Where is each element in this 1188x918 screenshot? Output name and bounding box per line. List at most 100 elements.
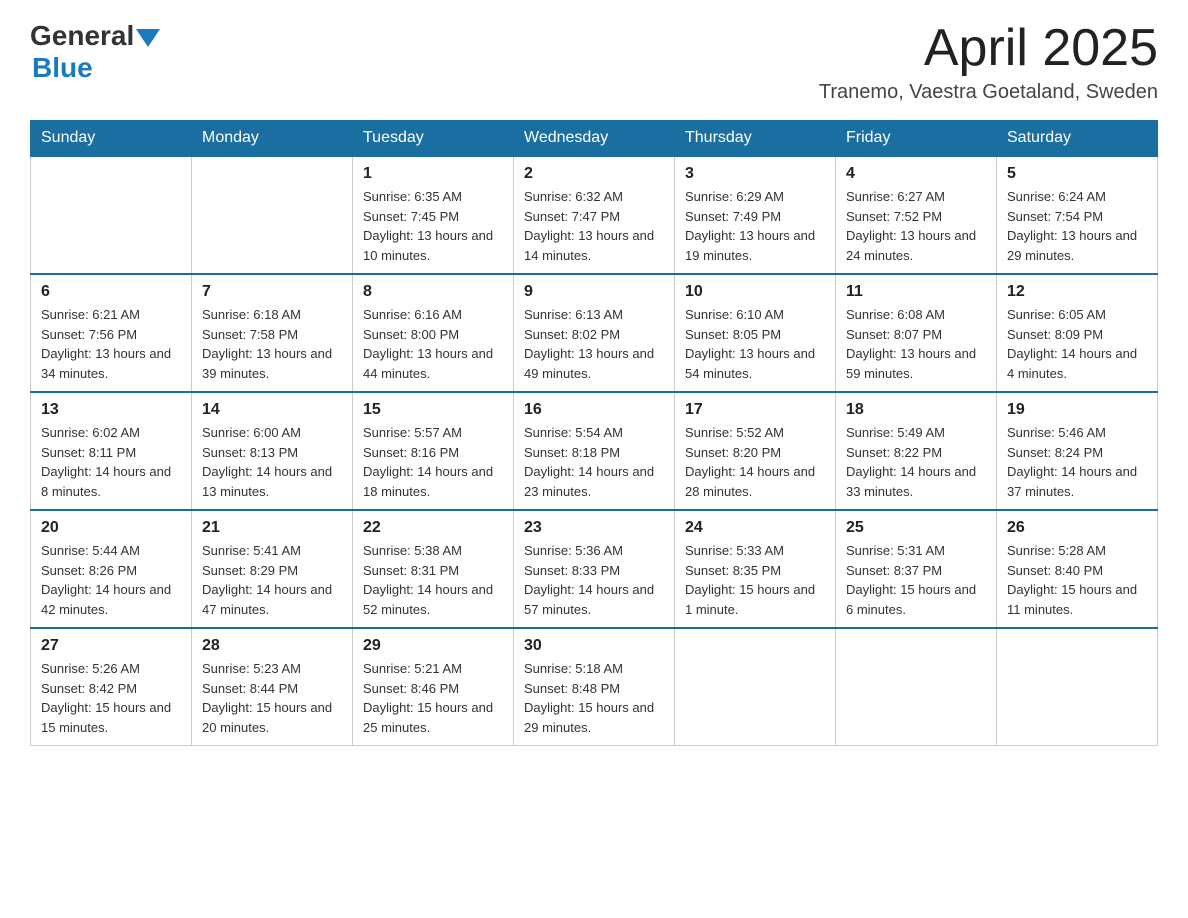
day-sunset: Sunset: 7:52 PM [846, 209, 942, 224]
day-sunrise: Sunrise: 6:02 AM [41, 425, 140, 440]
day-sunrise: Sunrise: 6:16 AM [363, 307, 462, 322]
day-sunrise: Sunrise: 5:38 AM [363, 543, 462, 558]
day-sunset: Sunset: 7:45 PM [363, 209, 459, 224]
day-sunrise: Sunrise: 5:41 AM [202, 543, 301, 558]
day-sunset: Sunset: 8:42 PM [41, 681, 137, 696]
day-sunrise: Sunrise: 5:18 AM [524, 661, 623, 676]
week-row-4: 20 Sunrise: 5:44 AM Sunset: 8:26 PM Dayl… [31, 510, 1158, 628]
calendar-cell-w1-d7: 5 Sunrise: 6:24 AM Sunset: 7:54 PM Dayli… [997, 156, 1158, 274]
day-number: 9 [524, 283, 664, 301]
day-number: 25 [846, 519, 986, 537]
day-sunrise: Sunrise: 6:21 AM [41, 307, 140, 322]
day-number: 3 [685, 165, 825, 183]
calendar-cell-w5-d1: 27 Sunrise: 5:26 AM Sunset: 8:42 PM Dayl… [31, 628, 192, 746]
day-number: 28 [202, 637, 342, 655]
day-daylight: Daylight: 14 hours and 4 minutes. [1007, 346, 1137, 381]
day-sunset: Sunset: 8:37 PM [846, 563, 942, 578]
day-number: 12 [1007, 283, 1147, 301]
day-daylight: Daylight: 14 hours and 33 minutes. [846, 464, 976, 499]
day-sunset: Sunset: 8:40 PM [1007, 563, 1103, 578]
day-sunrise: Sunrise: 5:52 AM [685, 425, 784, 440]
page-header: General Blue April 2025 Tranemo, Vaestra… [30, 20, 1158, 104]
day-number: 30 [524, 637, 664, 655]
day-number: 22 [363, 519, 503, 537]
calendar-cell-w3-d3: 15 Sunrise: 5:57 AM Sunset: 8:16 PM Dayl… [353, 392, 514, 510]
calendar-cell-w5-d4: 30 Sunrise: 5:18 AM Sunset: 8:48 PM Dayl… [514, 628, 675, 746]
day-daylight: Daylight: 13 hours and 29 minutes. [1007, 228, 1137, 263]
day-sunrise: Sunrise: 5:21 AM [363, 661, 462, 676]
day-number: 1 [363, 165, 503, 183]
day-sunrise: Sunrise: 5:33 AM [685, 543, 784, 558]
day-number: 10 [685, 283, 825, 301]
day-sunrise: Sunrise: 5:28 AM [1007, 543, 1106, 558]
day-number: 24 [685, 519, 825, 537]
day-sunset: Sunset: 8:18 PM [524, 445, 620, 460]
logo-arrow-icon [136, 29, 160, 47]
logo: General Blue [30, 20, 160, 84]
day-sunset: Sunset: 8:33 PM [524, 563, 620, 578]
calendar-cell-w4-d4: 23 Sunrise: 5:36 AM Sunset: 8:33 PM Dayl… [514, 510, 675, 628]
day-sunset: Sunset: 8:46 PM [363, 681, 459, 696]
day-daylight: Daylight: 15 hours and 15 minutes. [41, 700, 171, 735]
day-sunset: Sunset: 8:35 PM [685, 563, 781, 578]
calendar-cell-w5-d6 [836, 628, 997, 746]
col-thursday: Thursday [675, 121, 836, 157]
month-title: April 2025 [819, 20, 1158, 77]
day-sunrise: Sunrise: 5:44 AM [41, 543, 140, 558]
calendar-cell-w4-d7: 26 Sunrise: 5:28 AM Sunset: 8:40 PM Dayl… [997, 510, 1158, 628]
calendar-cell-w1-d3: 1 Sunrise: 6:35 AM Sunset: 7:45 PM Dayli… [353, 156, 514, 274]
day-daylight: Daylight: 14 hours and 42 minutes. [41, 582, 171, 617]
day-sunrise: Sunrise: 6:08 AM [846, 307, 945, 322]
col-friday: Friday [836, 121, 997, 157]
day-sunset: Sunset: 8:16 PM [363, 445, 459, 460]
day-daylight: Daylight: 15 hours and 25 minutes. [363, 700, 493, 735]
day-sunset: Sunset: 8:07 PM [846, 327, 942, 342]
calendar-cell-w4-d6: 25 Sunrise: 5:31 AM Sunset: 8:37 PM Dayl… [836, 510, 997, 628]
day-number: 13 [41, 401, 181, 419]
location-subtitle: Tranemo, Vaestra Goetaland, Sweden [819, 81, 1158, 104]
day-sunset: Sunset: 7:47 PM [524, 209, 620, 224]
col-saturday: Saturday [997, 121, 1158, 157]
day-sunset: Sunset: 8:48 PM [524, 681, 620, 696]
day-sunrise: Sunrise: 5:46 AM [1007, 425, 1106, 440]
calendar-cell-w5-d2: 28 Sunrise: 5:23 AM Sunset: 8:44 PM Dayl… [192, 628, 353, 746]
day-sunrise: Sunrise: 5:57 AM [363, 425, 462, 440]
day-sunrise: Sunrise: 6:05 AM [1007, 307, 1106, 322]
day-sunrise: Sunrise: 6:32 AM [524, 189, 623, 204]
calendar-cell-w3-d2: 14 Sunrise: 6:00 AM Sunset: 8:13 PM Dayl… [192, 392, 353, 510]
day-sunset: Sunset: 8:44 PM [202, 681, 298, 696]
day-sunset: Sunset: 7:49 PM [685, 209, 781, 224]
day-daylight: Daylight: 13 hours and 54 minutes. [685, 346, 815, 381]
day-number: 21 [202, 519, 342, 537]
week-row-1: 1 Sunrise: 6:35 AM Sunset: 7:45 PM Dayli… [31, 156, 1158, 274]
day-sunset: Sunset: 7:54 PM [1007, 209, 1103, 224]
week-row-3: 13 Sunrise: 6:02 AM Sunset: 8:11 PM Dayl… [31, 392, 1158, 510]
day-number: 29 [363, 637, 503, 655]
day-sunset: Sunset: 8:02 PM [524, 327, 620, 342]
day-number: 8 [363, 283, 503, 301]
day-sunset: Sunset: 8:24 PM [1007, 445, 1103, 460]
day-sunrise: Sunrise: 6:27 AM [846, 189, 945, 204]
day-daylight: Daylight: 15 hours and 11 minutes. [1007, 582, 1137, 617]
day-daylight: Daylight: 14 hours and 18 minutes. [363, 464, 493, 499]
day-sunrise: Sunrise: 6:24 AM [1007, 189, 1106, 204]
day-daylight: Daylight: 14 hours and 52 minutes. [363, 582, 493, 617]
calendar-cell-w4-d3: 22 Sunrise: 5:38 AM Sunset: 8:31 PM Dayl… [353, 510, 514, 628]
day-sunrise: Sunrise: 5:36 AM [524, 543, 623, 558]
day-number: 11 [846, 283, 986, 301]
day-sunset: Sunset: 7:56 PM [41, 327, 137, 342]
day-sunset: Sunset: 8:13 PM [202, 445, 298, 460]
day-sunset: Sunset: 8:22 PM [846, 445, 942, 460]
day-daylight: Daylight: 13 hours and 10 minutes. [363, 228, 493, 263]
day-number: 6 [41, 283, 181, 301]
day-sunset: Sunset: 8:26 PM [41, 563, 137, 578]
day-daylight: Daylight: 14 hours and 8 minutes. [41, 464, 171, 499]
day-number: 14 [202, 401, 342, 419]
col-monday: Monday [192, 121, 353, 157]
day-sunrise: Sunrise: 6:00 AM [202, 425, 301, 440]
calendar-cell-w4-d2: 21 Sunrise: 5:41 AM Sunset: 8:29 PM Dayl… [192, 510, 353, 628]
col-tuesday: Tuesday [353, 121, 514, 157]
calendar-table: Sunday Monday Tuesday Wednesday Thursday… [30, 120, 1158, 746]
day-daylight: Daylight: 13 hours and 44 minutes. [363, 346, 493, 381]
day-number: 4 [846, 165, 986, 183]
